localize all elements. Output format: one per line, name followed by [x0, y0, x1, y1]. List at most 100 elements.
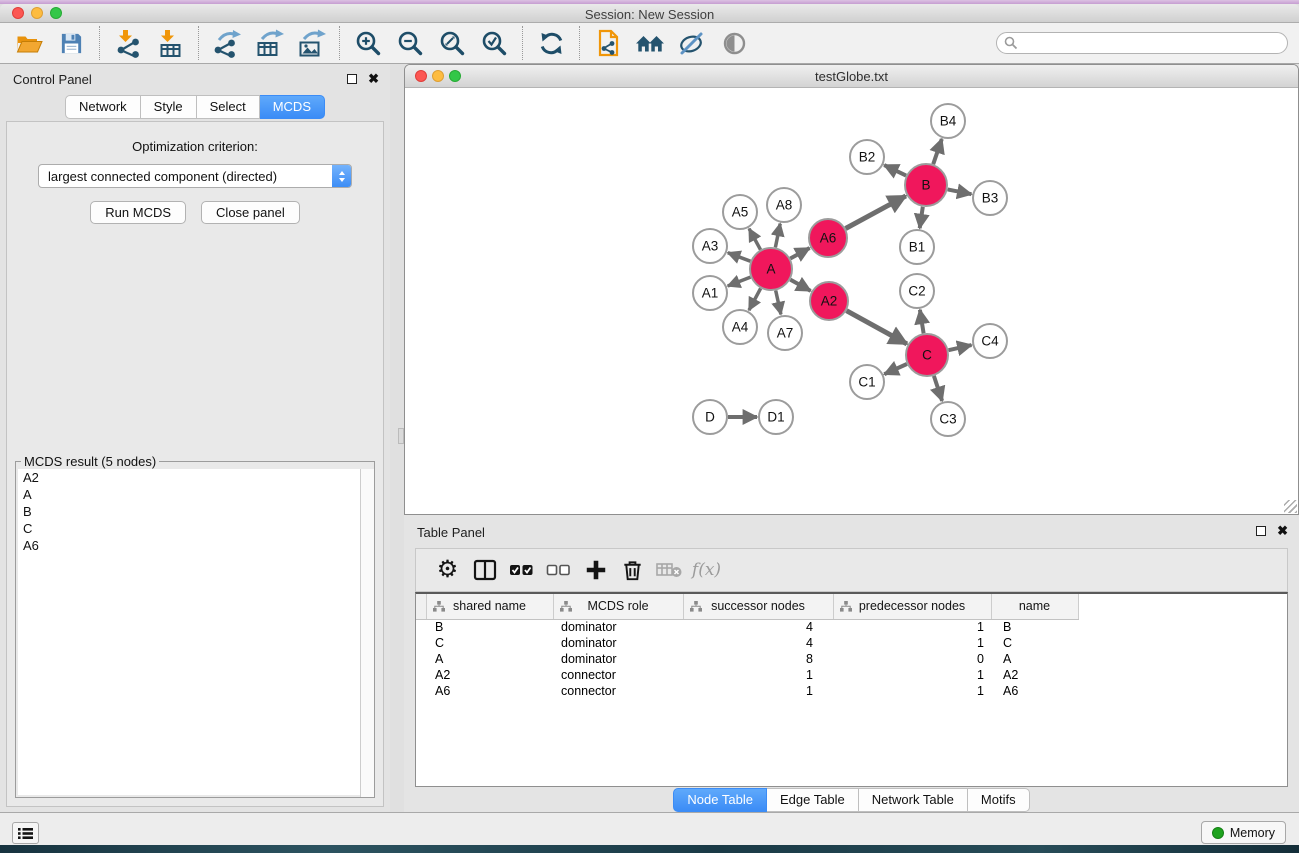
float-table-panel-icon[interactable] [1256, 526, 1266, 536]
import-table-button[interactable] [153, 25, 187, 61]
table-cell[interactable]: dominator [553, 635, 683, 651]
tab-network-table[interactable]: Network Table [859, 788, 968, 812]
resize-grip-icon[interactable] [1284, 500, 1297, 513]
export-table-button[interactable] [252, 25, 286, 61]
refresh-view-button[interactable] [534, 25, 568, 61]
export-image-button[interactable] [294, 25, 328, 61]
table-row[interactable]: Bdominator41B [416, 619, 1287, 635]
select-stepper-icon[interactable] [332, 165, 351, 187]
tab-motifs[interactable]: Motifs [968, 788, 1030, 812]
table-cell[interactable]: A2 [991, 667, 1078, 683]
table-cell[interactable]: 4 [683, 635, 833, 651]
run-mcds-button[interactable]: Run MCDS [90, 201, 186, 224]
edge-A-A6[interactable] [790, 248, 809, 259]
edge-A-A5[interactable] [749, 229, 760, 250]
table-cell[interactable]: 1 [833, 635, 991, 651]
tab-style[interactable]: Style [141, 95, 197, 119]
edge-C-C3[interactable] [934, 376, 942, 401]
export-network-button[interactable] [210, 25, 244, 61]
table-cell[interactable]: dominator [553, 651, 683, 667]
table-settings-button[interactable]: ⚙ [429, 551, 466, 589]
table-cell[interactable]: A [991, 651, 1078, 667]
zoom-fit-button[interactable] [435, 25, 469, 61]
search-input[interactable] [996, 32, 1288, 54]
criterion-select[interactable]: largest connected component (directed) [38, 164, 352, 188]
close-panel-icon[interactable]: ✖ [368, 73, 379, 85]
delete-column-button[interactable] [614, 551, 651, 589]
tab-network[interactable]: Network [65, 95, 141, 119]
table-cell[interactable]: A6 [426, 683, 553, 699]
edge-A-A8[interactable] [775, 224, 780, 248]
vertical-splitter-handle[interactable] [398, 428, 404, 444]
home-view-button[interactable] [633, 25, 667, 61]
edge-A6-B[interactable] [846, 196, 906, 229]
table-cell[interactable]: 0 [833, 651, 991, 667]
edge-C-C2[interactable] [920, 310, 924, 334]
delete-table-button[interactable] [651, 551, 688, 589]
tab-node-table[interactable]: Node Table [673, 788, 767, 812]
vizmapper-button[interactable] [675, 25, 709, 61]
save-session-button[interactable] [54, 25, 88, 61]
table-cell[interactable]: connector [553, 667, 683, 683]
table-row[interactable]: Cdominator41C [416, 635, 1287, 651]
clone-network-button[interactable] [591, 25, 625, 61]
result-item[interactable]: A2 [18, 469, 372, 486]
table-cell[interactable]: A6 [991, 683, 1078, 699]
table-cell[interactable]: dominator [553, 619, 683, 635]
edge-A2-C[interactable] [847, 311, 907, 344]
close-panel-button[interactable]: Close panel [201, 201, 300, 224]
select-all-button[interactable] [503, 551, 540, 589]
result-item[interactable]: A6 [18, 537, 372, 554]
table-cell[interactable]: B [991, 619, 1078, 635]
tab-select[interactable]: Select [197, 95, 260, 119]
import-network-button[interactable] [111, 25, 145, 61]
result-scrollbar[interactable] [360, 469, 374, 797]
tab-edge-table[interactable]: Edge Table [767, 788, 859, 812]
split-table-button[interactable] [466, 551, 503, 589]
edge-C-C1[interactable] [884, 364, 907, 374]
open-session-button[interactable] [12, 25, 46, 61]
deselect-all-button[interactable] [540, 551, 577, 589]
edge-B-B3[interactable] [948, 189, 972, 194]
table-cell[interactable]: 8 [683, 651, 833, 667]
column-header-predecessor-nodes[interactable]: predecessor nodes [833, 594, 991, 619]
table-cell[interactable]: A [426, 651, 553, 667]
column-header-name[interactable]: name [991, 594, 1078, 619]
edge-A-A2[interactable] [790, 280, 810, 291]
table-cell[interactable]: connector [553, 683, 683, 699]
column-header-MCDS-role[interactable]: MCDS role [553, 594, 683, 619]
table-cell[interactable]: 4 [683, 619, 833, 635]
edge-B-B1[interactable] [920, 207, 923, 228]
zoom-out-button[interactable] [393, 25, 427, 61]
window-titlebar[interactable]: Session: New Session [0, 4, 1299, 23]
table-cell[interactable]: C [426, 635, 553, 651]
table-cell[interactable]: C [991, 635, 1078, 651]
edge-B-B4[interactable] [933, 139, 942, 164]
edge-C-C4[interactable] [949, 345, 972, 350]
close-table-panel-icon[interactable]: ✖ [1277, 525, 1288, 537]
table-cell[interactable]: 1 [683, 683, 833, 699]
result-item[interactable]: B [18, 503, 372, 520]
zoom-selected-button[interactable] [477, 25, 511, 61]
table-cell[interactable]: A2 [426, 667, 553, 683]
table-cell[interactable]: 1 [833, 683, 991, 699]
table-row[interactable]: A6connector11A6 [416, 683, 1287, 699]
show-hide-panels-button[interactable] [717, 25, 751, 61]
table-row[interactable]: Adominator80A [416, 651, 1287, 667]
add-column-button[interactable] [577, 551, 614, 589]
column-header-shared-name[interactable]: shared name [426, 594, 553, 619]
network-canvas[interactable]: B4B2BB3A8A5A6A3B1AC2A1A2A4A7C4CC1C3DD1 [405, 88, 1298, 514]
tab-mcds[interactable]: MCDS [260, 95, 325, 119]
result-item[interactable]: C [18, 520, 372, 537]
table-cell[interactable]: 1 [833, 667, 991, 683]
result-item[interactable]: A [18, 486, 372, 503]
table-cell[interactable]: B [426, 619, 553, 635]
network-window-titlebar[interactable]: testGlobe.txt [405, 65, 1298, 88]
table-row[interactable]: A2connector11A2 [416, 667, 1287, 683]
edge-A-A3[interactable] [728, 253, 751, 262]
edge-A-A7[interactable] [776, 291, 781, 315]
edge-A-A1[interactable] [728, 277, 751, 286]
float-panel-icon[interactable] [347, 74, 357, 84]
zoom-in-button[interactable] [351, 25, 385, 61]
function-builder-button[interactable]: f(x) [688, 551, 725, 589]
